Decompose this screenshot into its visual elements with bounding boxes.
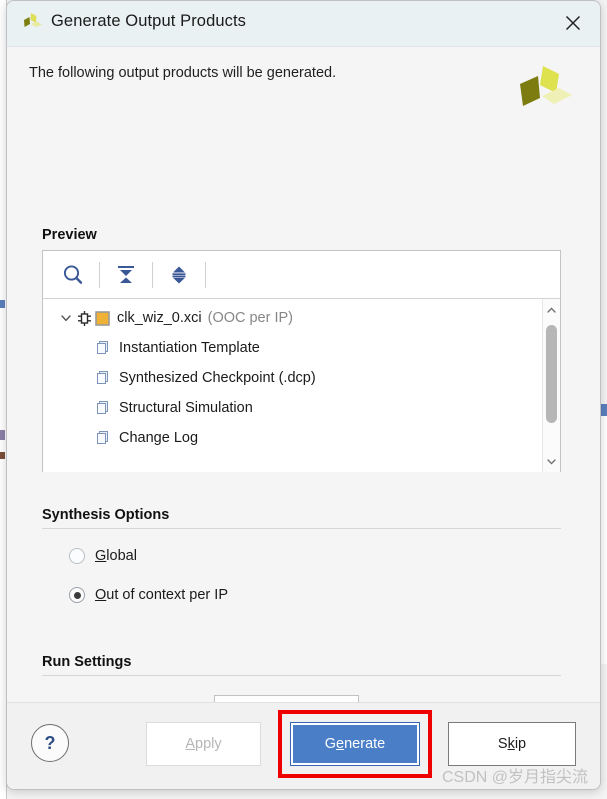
close-icon[interactable] — [554, 6, 592, 40]
skip-mnemonic: k — [507, 736, 515, 752]
generate-button[interactable]: Generate — [290, 722, 420, 766]
apply-button-label: Apply — [185, 736, 221, 752]
background-accent-blue — [0, 300, 5, 308]
background-accent-purple — [0, 430, 5, 440]
radio-label-text: lobal — [106, 548, 137, 564]
skip-post: ip — [514, 736, 527, 752]
expand-all-icon[interactable] — [157, 255, 201, 295]
collapse-all-icon[interactable] — [104, 255, 148, 295]
ip-core-icon — [76, 310, 93, 327]
toolbar-separator — [205, 261, 206, 288]
tree-list: clk_wiz_0.xci (OOC per IP) Instantiation… — [43, 303, 541, 453]
tree-row-root[interactable]: clk_wiz_0.xci (OOC per IP) — [43, 303, 541, 333]
radio-out-of-context-per-ip[interactable]: Out of context per IP — [69, 587, 228, 603]
radio-label: Global — [95, 548, 137, 564]
tree-row-label: Change Log — [119, 430, 199, 446]
radio-label-mnemonic: G — [95, 548, 107, 564]
run-settings-title: Run Settings — [42, 654, 132, 670]
generate-button-label: Generate — [325, 736, 385, 752]
scrollbar-thumb[interactable] — [546, 325, 557, 423]
dialog-body: The following output products will be ge… — [7, 47, 600, 735]
generate-output-products-dialog: Generate Output Products The following o… — [6, 0, 601, 790]
chevron-down-icon[interactable] — [543, 452, 560, 470]
radio-indicator[interactable] — [69, 548, 85, 564]
toolbar-separator — [99, 261, 100, 288]
skip-button-label: Skip — [498, 736, 526, 752]
dialog-titlebar: Generate Output Products — [7, 1, 600, 47]
generate-post: nerate — [344, 736, 386, 752]
skip-pre: S — [497, 736, 508, 752]
documents-stack-icon — [95, 370, 111, 386]
radio-label-text: ut of context per IP — [106, 587, 228, 603]
intro-text: The following output products will be ge… — [29, 65, 337, 81]
tree-row-note: (OOC per IP) — [207, 310, 294, 326]
dialog-footer: ? Apply Generate Skip CSDN @岁月指尖流 — [7, 702, 600, 789]
radio-label-mnemonic: O — [95, 587, 107, 603]
radio-indicator[interactable] — [69, 587, 85, 603]
documents-stack-icon — [95, 340, 111, 356]
tree-row-label: Structural Simulation — [119, 400, 253, 416]
watermark: CSDN @岁月指尖流 — [441, 769, 588, 786]
apply-mnemonic: A — [185, 736, 196, 752]
xilinx-logo-icon — [20, 11, 44, 35]
documents-stack-icon — [95, 400, 111, 416]
tree-row-synthesized-checkpoint[interactable]: Synthesized Checkpoint (.dcp) — [43, 363, 541, 393]
run-settings-rule — [42, 675, 561, 676]
background-accent-blue-right — [601, 404, 607, 416]
xilinx-pinwheel-logo-icon — [516, 65, 574, 115]
preview-panel: clk_wiz_0.xci (OOC per IP) Instantiation… — [42, 250, 561, 472]
tree-row-structural-simulation[interactable]: Structural Simulation — [43, 393, 541, 423]
synthesis-options-rule — [42, 528, 561, 529]
tree-row-label: Instantiation Template — [119, 340, 260, 356]
tree-row-label: clk_wiz_0.xci — [117, 310, 202, 326]
skip-button[interactable]: Skip — [448, 722, 576, 766]
background-accent-brown — [0, 452, 5, 459]
orange-square-icon — [95, 310, 110, 326]
chevron-up-icon[interactable] — [543, 301, 560, 319]
tree-scrollbar[interactable] — [542, 299, 560, 472]
radio-global[interactable]: Global — [69, 548, 137, 564]
radio-label: Out of context per IP — [95, 587, 228, 603]
help-button[interactable]: ? — [31, 724, 69, 762]
search-icon[interactable] — [51, 255, 95, 295]
tree-row-instantiation-template[interactable]: Instantiation Template — [43, 333, 541, 363]
synthesis-options-title: Synthesis Options — [42, 507, 170, 523]
tree-toolbar — [43, 251, 560, 299]
documents-stack-icon — [95, 430, 111, 446]
tree-row-label: Synthesized Checkpoint (.dcp) — [119, 370, 316, 386]
tree-area: clk_wiz_0.xci (OOC per IP) Instantiation… — [43, 299, 560, 472]
chevron-down-icon[interactable] — [57, 312, 75, 324]
generate-pre: G — [324, 736, 337, 752]
generate-mnemonic: e — [336, 736, 345, 752]
window-title: Generate Output Products — [51, 12, 247, 30]
apply-text: pply — [195, 736, 222, 752]
toolbar-separator — [152, 261, 153, 288]
tree-row-change-log[interactable]: Change Log — [43, 423, 541, 453]
apply-button[interactable]: Apply — [146, 722, 261, 766]
preview-label: Preview — [42, 227, 97, 243]
